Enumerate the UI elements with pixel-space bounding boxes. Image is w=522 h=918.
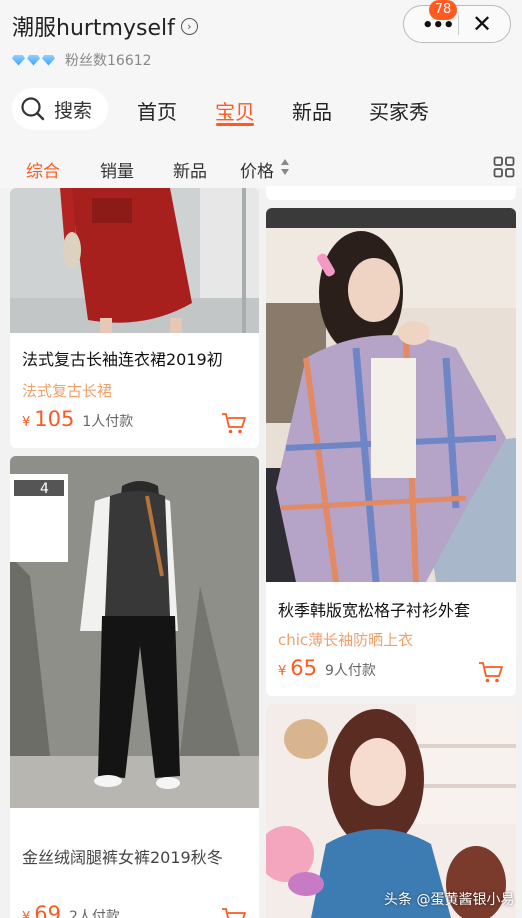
diamond-icon — [42, 54, 55, 66]
tab-products[interactable]: 宝贝 — [215, 96, 255, 125]
product-subtitle: 法式复古长裙 — [22, 382, 113, 400]
buyer-count: 2人付款 — [69, 909, 120, 918]
cart-icon[interactable] — [478, 660, 504, 684]
product-image — [10, 188, 259, 333]
product-subtitle: chic薄长袖防晒上衣 — [278, 631, 414, 649]
sort-new[interactable]: 新品 — [173, 157, 207, 182]
cart-icon[interactable] — [221, 906, 247, 918]
close-icon[interactable]: ✕ — [472, 10, 492, 38]
product-price: ¥ 105 1人付款 — [22, 407, 133, 431]
shop-header: 潮服hurtmyself › 粉丝数16612 ••• ✕ 78 搜索 首页 宝… — [0, 0, 522, 188]
product-image — [266, 208, 516, 582]
currency-symbol: ¥ — [22, 910, 31, 918]
search-button[interactable]: 搜索 — [12, 88, 108, 130]
chevron-right-icon[interactable]: › — [180, 17, 198, 35]
svg-text:4: 4 — [40, 481, 49, 497]
active-tab-indicator — [216, 123, 254, 126]
notification-badge: 78 — [429, 0, 457, 20]
capsule-divider — [458, 15, 459, 35]
buyer-count: 1人付款 — [82, 414, 134, 430]
currency-symbol: ¥ — [22, 415, 31, 430]
diamond-icon — [12, 54, 25, 66]
search-label: 搜索 — [54, 99, 93, 122]
mini-program-capsule: ••• ✕ — [403, 5, 511, 43]
product-card[interactable] — [266, 704, 516, 918]
sort-arrows-icon — [281, 159, 289, 175]
tab-new[interactable]: 新品 — [292, 96, 332, 125]
fans-count: 粉丝数16612 — [65, 53, 152, 69]
sort-price[interactable]: 价格 — [240, 157, 274, 182]
product-card-partial[interactable] — [266, 186, 516, 200]
price-value: 65 — [290, 656, 318, 680]
tab-home[interactable]: 首页 — [137, 96, 177, 125]
product-title: 金丝绒阔腿裤女裤2019秋冬 — [22, 848, 223, 867]
search-icon — [21, 97, 45, 121]
diamond-icon — [27, 54, 40, 66]
watermark-text: 头条 @蛋黄酱银小易 — [384, 892, 515, 908]
price-value: 69 — [34, 902, 62, 918]
currency-symbol: ¥ — [278, 664, 287, 679]
product-title: 秋季韩版宽松格子衬衫外套 — [278, 601, 471, 620]
cart-icon[interactable] — [221, 411, 247, 435]
price-value: 105 — [34, 407, 75, 431]
shop-title[interactable]: 潮服hurtmyself › — [12, 10, 198, 42]
buyer-count: 9人付款 — [325, 663, 376, 679]
product-card[interactable]: 4 金丝绒阔腿裤女裤2019秋冬 ¥ 69 2人付款 — [10, 456, 259, 918]
product-price: ¥ 69 2人付款 — [22, 902, 120, 918]
grid-view-icon[interactable] — [493, 156, 515, 178]
product-card[interactable]: 秋季韩版宽松格子衬衫外套 chic薄长袖防晒上衣 ¥ 65 9人付款 — [266, 208, 516, 696]
sort-sales[interactable]: 销量 — [100, 157, 134, 182]
product-title: 法式复古长袖连衣裙2019初 — [22, 350, 223, 369]
product-price: ¥ 65 9人付款 — [278, 656, 376, 680]
shop-name-text: 潮服hurtmyself — [12, 16, 175, 41]
product-image — [266, 704, 516, 918]
product-image: 4 — [10, 456, 259, 808]
sort-comprehensive[interactable]: 综合 — [26, 157, 60, 182]
fans-row: 粉丝数16612 — [12, 50, 152, 70]
product-card[interactable]: 法式复古长袖连衣裙2019初 法式复古长裙 ¥ 105 1人付款 — [10, 188, 259, 448]
tab-buyer-show[interactable]: 买家秀 — [369, 96, 429, 125]
